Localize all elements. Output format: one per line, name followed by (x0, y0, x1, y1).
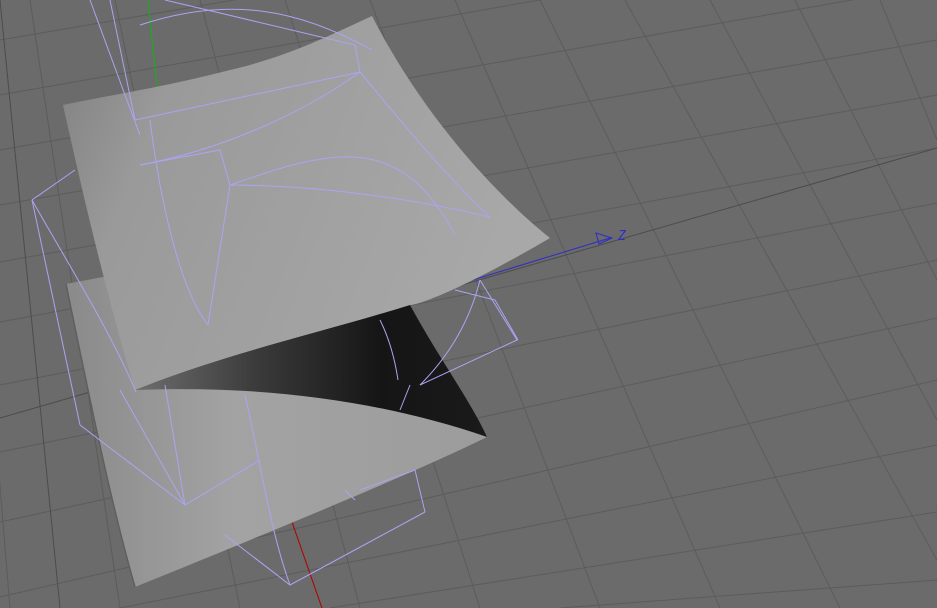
3d-viewport[interactable]: Z (0, 0, 937, 608)
z-axis-label: Z (617, 229, 627, 244)
